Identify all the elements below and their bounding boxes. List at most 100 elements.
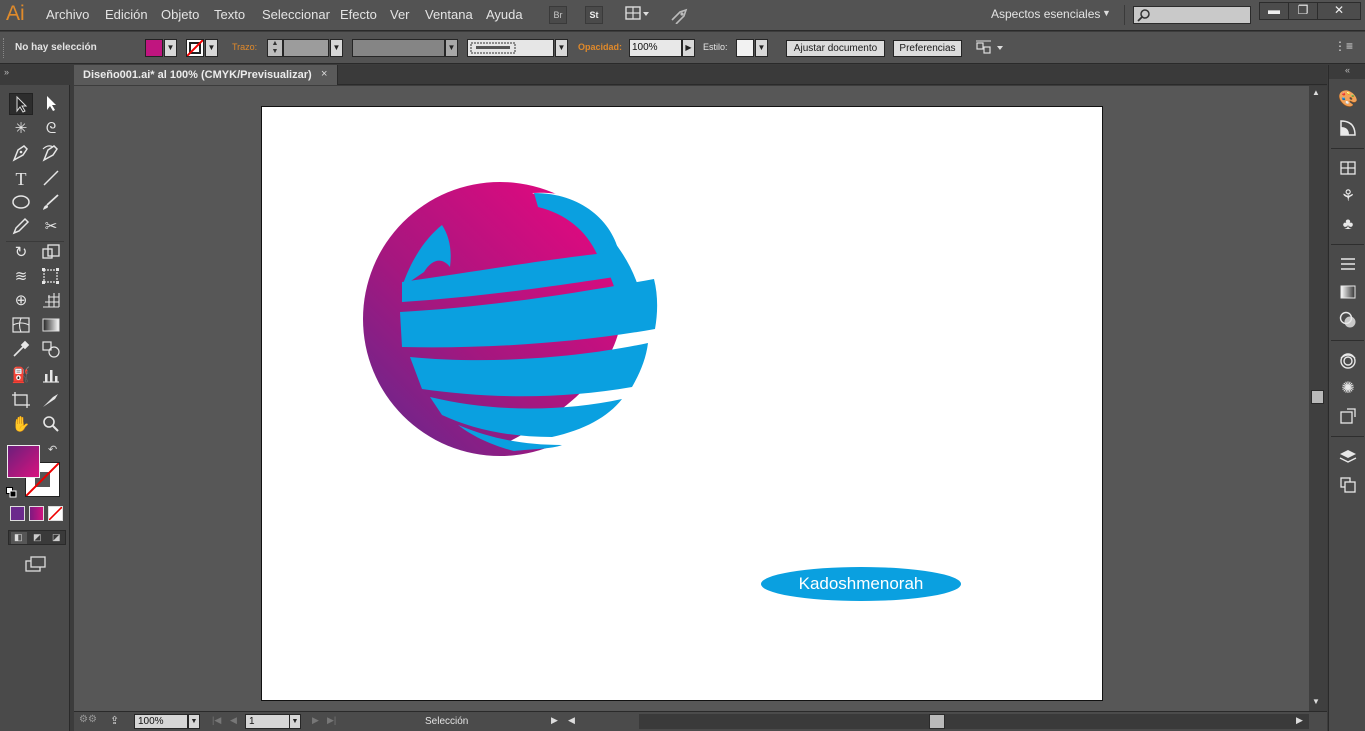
stroke-swatch[interactable] xyxy=(186,39,204,57)
control-panel-menu-button[interactable]: ⋮≡ xyxy=(1334,39,1353,57)
paintbrush-tool[interactable] xyxy=(39,192,63,214)
close-window-button[interactable]: ✕ xyxy=(1317,2,1361,20)
label-text[interactable]: Kadoshmenorah xyxy=(799,574,924,593)
scroll-left-icon[interactable]: ◀ xyxy=(568,715,575,726)
align-options-button[interactable] xyxy=(975,39,1007,57)
eyedropper-tool[interactable] xyxy=(9,339,33,361)
restore-button[interactable]: ❐ xyxy=(1288,2,1318,20)
chevron-down-icon[interactable]: ▼ xyxy=(1102,8,1111,18)
scroll-down-icon[interactable]: ▼ xyxy=(1312,697,1320,706)
scroll-up-icon[interactable]: ▲ xyxy=(1312,88,1320,97)
stroke-label[interactable]: Trazo: xyxy=(232,42,257,52)
slice-tool[interactable] xyxy=(39,390,63,412)
horizontal-scroll-thumb[interactable] xyxy=(929,714,945,729)
arrange-documents-button[interactable] xyxy=(624,6,652,24)
close-document-icon[interactable]: × xyxy=(321,68,327,80)
dock-header[interactable]: « xyxy=(1329,65,1365,79)
layers-panel-button[interactable] xyxy=(1337,447,1359,469)
graphic-style-swatch[interactable] xyxy=(736,39,754,57)
gradient-mode-button[interactable] xyxy=(29,506,44,521)
hand-tool[interactable]: ✋ xyxy=(9,414,33,436)
draw-inside-button[interactable]: ◪ xyxy=(49,532,65,544)
brushes-panel-button[interactable]: ⚘ xyxy=(1337,186,1359,208)
vertical-scrollbar[interactable]: ▲ ▼ xyxy=(1309,86,1327,711)
previous-artboard-icon[interactable]: ◀ xyxy=(230,715,237,726)
symbol-sprayer-tool[interactable]: ⛽ xyxy=(9,365,33,387)
line-segment-tool[interactable] xyxy=(39,168,63,190)
gpu-status-icon[interactable]: ⚙⚙ xyxy=(79,714,101,729)
column-graph-tool[interactable] xyxy=(39,365,63,387)
fill-swatch[interactable] xyxy=(145,39,163,57)
next-artboard-icon[interactable]: ▶ xyxy=(312,715,319,726)
fill-color-front[interactable] xyxy=(7,445,40,478)
type-tool[interactable]: T xyxy=(9,168,33,190)
artboard-tool[interactable] xyxy=(9,390,33,412)
menu-texto[interactable]: Texto xyxy=(214,7,245,22)
ellipse-tool[interactable] xyxy=(9,192,33,214)
minimize-button[interactable]: ▬ xyxy=(1259,2,1289,20)
draw-behind-button[interactable]: ◩ xyxy=(30,532,46,544)
draw-normal-button[interactable]: ◧ xyxy=(11,532,27,544)
last-artboard-icon[interactable]: ▶| xyxy=(327,715,336,726)
stock-button[interactable]: St xyxy=(585,6,603,24)
bridge-button[interactable]: Br xyxy=(549,6,567,24)
lasso-tool[interactable]: ᘓ xyxy=(39,118,63,140)
stroke-weight-dropdown[interactable]: ▼ xyxy=(330,39,343,57)
menu-objeto[interactable]: Objeto xyxy=(161,7,199,22)
menu-archivo[interactable]: Archivo xyxy=(46,7,89,22)
status-menu-icon[interactable]: ▶ xyxy=(551,715,558,726)
menu-efecto[interactable]: Efecto xyxy=(340,7,377,22)
export-panel-button[interactable] xyxy=(1337,406,1359,428)
gradient-panel-button[interactable] xyxy=(1337,282,1359,304)
opacity-label[interactable]: Opacidad: xyxy=(578,42,622,52)
tools-panel-header[interactable]: » xyxy=(0,65,70,85)
brush-dropdown[interactable]: ▼ xyxy=(555,39,568,57)
gpu-performance-button[interactable] xyxy=(667,6,691,25)
selection-tool[interactable] xyxy=(9,93,33,115)
vertical-scroll-thumb[interactable] xyxy=(1311,390,1324,404)
stroke-panel-button[interactable] xyxy=(1337,254,1359,276)
artwork[interactable]: Kadoshmenorah xyxy=(262,107,1104,702)
scissors-tool[interactable]: ✂ xyxy=(39,216,63,238)
stroke-weight-input[interactable] xyxy=(283,39,329,57)
opacity-input[interactable]: 100% xyxy=(629,39,682,57)
width-tool[interactable]: ≋ xyxy=(9,266,33,288)
screen-mode-button[interactable] xyxy=(24,555,48,573)
gradient-tool[interactable] xyxy=(39,315,63,337)
zoom-dropdown[interactable]: ▼ xyxy=(188,714,200,729)
opacity-slider-button[interactable]: ▶ xyxy=(682,39,695,57)
graphic-style-dropdown[interactable]: ▼ xyxy=(755,39,768,57)
free-transform-tool[interactable] xyxy=(39,266,63,288)
zoom-tool[interactable] xyxy=(39,414,63,436)
workspace-switcher[interactable]: Aspectos esenciales xyxy=(991,7,1100,21)
direct-selection-tool[interactable] xyxy=(39,93,63,115)
blend-tool[interactable] xyxy=(39,339,63,361)
first-artboard-icon[interactable]: |◀ xyxy=(212,715,221,726)
width-profile-dropdown[interactable]: ▼ xyxy=(445,39,458,57)
fit-document-button[interactable]: Ajustar documento xyxy=(786,40,885,57)
menu-seleccionar[interactable]: Seleccionar xyxy=(262,7,330,22)
menu-ventana[interactable]: Ventana xyxy=(425,7,473,22)
artboard-number-input[interactable]: 1 xyxy=(245,714,290,729)
default-fill-stroke-button[interactable] xyxy=(6,485,17,498)
shape-builder-tool[interactable]: ⊕ xyxy=(9,290,33,312)
scale-tool[interactable] xyxy=(39,242,63,264)
curvature-tool[interactable] xyxy=(39,143,63,165)
fill-dropdown[interactable]: ▼ xyxy=(164,39,177,57)
swap-fill-stroke-icon[interactable]: ↶ xyxy=(48,443,57,456)
menu-ayuda[interactable]: Ayuda xyxy=(486,7,523,22)
none-mode-button[interactable] xyxy=(48,506,63,521)
control-bar-grip[interactable] xyxy=(3,38,6,58)
artboard[interactable]: Kadoshmenorah xyxy=(261,106,1103,701)
artboards-panel-button[interactable] xyxy=(1337,475,1359,497)
artboard-dropdown[interactable]: ▼ xyxy=(289,714,301,729)
zoom-level-input[interactable]: 100% xyxy=(134,714,188,729)
variable-width-profile[interactable] xyxy=(352,39,445,57)
pen-tool[interactable] xyxy=(9,143,33,165)
share-icon[interactable]: ⇪ xyxy=(110,714,126,729)
color-guide-button[interactable] xyxy=(1337,118,1359,140)
magic-wand-tool[interactable]: ✳ xyxy=(9,118,33,140)
color-panel-button[interactable]: 🎨 xyxy=(1337,89,1359,111)
stroke-weight-stepper[interactable]: ▲ ▼ xyxy=(267,39,283,57)
mesh-tool[interactable] xyxy=(9,315,33,337)
